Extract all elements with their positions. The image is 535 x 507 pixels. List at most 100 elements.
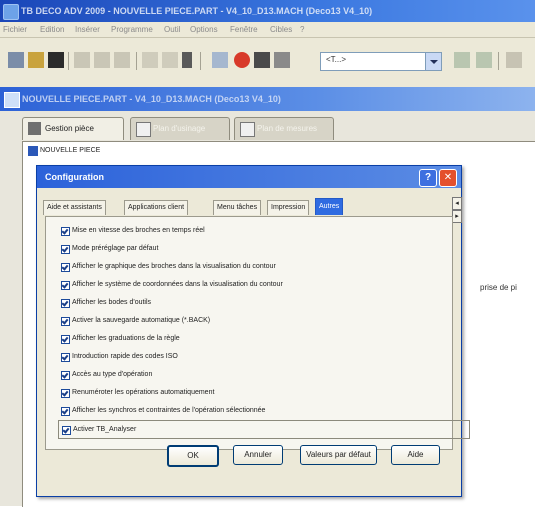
option-label: Mise en vitesse des broches en temps rée… xyxy=(72,227,205,234)
cut-icon[interactable] xyxy=(74,52,90,68)
dialog-title: Configuration xyxy=(45,172,104,182)
tab-part-management[interactable]: Gestion pièce xyxy=(22,117,124,140)
checkbox[interactable] xyxy=(61,335,70,344)
chevron-down-icon[interactable] xyxy=(425,53,441,70)
layout-icon[interactable] xyxy=(506,52,522,68)
defaults-button[interactable]: Valeurs par défaut xyxy=(300,445,377,465)
stop-icon[interactable] xyxy=(234,52,250,68)
option-label: Mode préréglage par défaut xyxy=(72,245,159,252)
selector-icon[interactable] xyxy=(212,52,228,68)
checkbox[interactable] xyxy=(61,407,70,416)
option-show-tool-boundaries[interactable]: Afficher les bodes d'outils xyxy=(61,294,431,311)
document-icon xyxy=(4,92,20,108)
checkbox[interactable] xyxy=(61,245,70,254)
help-button[interactable]: Aide xyxy=(391,445,440,465)
measure-icon xyxy=(240,122,255,137)
tab-help-assistants[interactable]: Aide et assistants xyxy=(43,200,106,215)
document-title-bar: NOUVELLE PIECE.PART - V4_10_D13.MACH (De… xyxy=(0,87,535,111)
option-label: Afficher le système de coordonnées dans … xyxy=(72,281,283,288)
part-icon xyxy=(28,122,41,135)
redo-icon[interactable] xyxy=(162,52,178,68)
tab-others[interactable]: Autres xyxy=(315,198,344,215)
document-tabs: Gestion pièce Plan d'usinage Plan de mes… xyxy=(22,117,334,141)
option-ruler-graduations[interactable]: Afficher les graduations de la règle xyxy=(61,330,431,347)
tab-printing[interactable]: Impression xyxy=(267,200,310,215)
document-title: NOUVELLE PIECE.PART - V4_10_D13.MACH (De… xyxy=(22,94,281,104)
undo-icon[interactable] xyxy=(142,52,158,68)
toolbar-separator xyxy=(68,52,69,70)
option-default-presetting[interactable]: Mode préréglage par défaut xyxy=(61,240,431,257)
option-operation-type-access[interactable]: Accès au type d'opération xyxy=(61,366,431,383)
option-label: Accès au type d'opération xyxy=(72,371,153,378)
checkbox[interactable] xyxy=(61,389,70,398)
menu-targets[interactable]: Cibles xyxy=(270,22,292,37)
chevron-right-icon[interactable]: ▸ xyxy=(452,210,462,223)
save-icon[interactable] xyxy=(48,52,64,68)
option-label: Renuméroter les opérations automatiqueme… xyxy=(72,389,215,396)
checkbox[interactable] xyxy=(62,426,71,435)
option-auto-renumber[interactable]: Renuméroter les opérations automatiqueme… xyxy=(61,384,431,401)
toolbar: <T...> xyxy=(0,37,535,88)
grid-icon[interactable] xyxy=(454,52,470,68)
view-icon[interactable] xyxy=(476,52,492,68)
option-label: Afficher les bodes d'outils xyxy=(72,299,152,306)
combo-value: <T...> xyxy=(326,55,347,64)
plan-icon xyxy=(136,122,151,137)
paste-icon[interactable] xyxy=(114,52,130,68)
help-cursor-icon[interactable] xyxy=(182,52,192,68)
pen-icon[interactable] xyxy=(274,52,290,68)
checkbox[interactable] xyxy=(61,227,70,236)
dialog-tabs: Aide et assistants Applications client M… xyxy=(43,198,457,216)
tab-measurement-plan[interactable]: Plan de mesures xyxy=(234,117,334,140)
tab-client-applications[interactable]: Applications client xyxy=(124,200,189,215)
new-icon[interactable] xyxy=(8,52,24,68)
toolbar-separator xyxy=(136,52,137,70)
copy-icon[interactable] xyxy=(94,52,110,68)
option-realtime-spindle-speed[interactable]: Mise en vitesse des broches en temps rée… xyxy=(61,222,431,239)
checkbox[interactable] xyxy=(61,299,70,308)
application-window: TB DECO ADV 2009 - NOUVELLE PIECE.PART -… xyxy=(0,0,535,507)
tree-root-item[interactable]: NOUVELLE PIECE xyxy=(28,146,101,156)
tree-root-label: NOUVELLE PIECE xyxy=(40,147,101,154)
tab-label: Plan de mesures xyxy=(257,124,318,133)
app-icon xyxy=(3,4,19,20)
checkbox[interactable] xyxy=(61,263,70,272)
option-quick-iso-codes[interactable]: Introduction rapide des codes ISO xyxy=(61,348,431,365)
option-label: Introduction rapide des codes ISO xyxy=(72,353,178,360)
checkbox[interactable] xyxy=(61,317,70,326)
menu-help[interactable]: ? xyxy=(300,22,304,37)
option-show-coordinate-system[interactable]: Afficher le système de coordonnées dans … xyxy=(61,276,431,293)
tab-label: Gestion pièce xyxy=(45,124,94,133)
dialog-title-bar: Configuration ? ✕ xyxy=(37,166,461,188)
cancel-button[interactable]: Annuler xyxy=(233,445,283,465)
option-label: Afficher les synchros et contraintes de … xyxy=(72,407,266,414)
chevron-left-icon[interactable]: ◂ xyxy=(452,197,462,210)
checkbox[interactable] xyxy=(61,371,70,380)
tool-selector-combo[interactable]: <T...> xyxy=(320,52,442,71)
menu-program[interactable]: Programme xyxy=(111,22,153,37)
arrow-icon[interactable] xyxy=(254,52,270,68)
option-activate-tb-analyser[interactable]: Activer TB_Analyser xyxy=(58,420,470,439)
option-label: Activer TB_Analyser xyxy=(73,426,137,433)
checkbox[interactable] xyxy=(61,353,70,362)
option-show-spindle-graphic[interactable]: Afficher le graphique des broches dans l… xyxy=(61,258,431,275)
toolbar-separator xyxy=(200,52,201,70)
title-bar: TB DECO ADV 2009 - NOUVELLE PIECE.PART -… xyxy=(0,0,535,22)
menu-tool[interactable]: Outil xyxy=(164,22,180,37)
checkbox[interactable] xyxy=(61,281,70,290)
menu-file[interactable]: Fichier xyxy=(3,22,27,37)
menu-edit[interactable]: Edition xyxy=(40,22,64,37)
open-icon[interactable] xyxy=(28,52,44,68)
ok-button[interactable]: OK xyxy=(167,445,219,467)
option-label: Afficher le graphique des broches dans l… xyxy=(72,263,276,270)
menu-options[interactable]: Options xyxy=(190,22,218,37)
tab-machining-plan[interactable]: Plan d'usinage xyxy=(130,117,230,140)
window-title: TB DECO ADV 2009 - NOUVELLE PIECE.PART -… xyxy=(21,6,373,16)
help-icon[interactable]: ? xyxy=(419,169,437,187)
tab-task-menu[interactable]: Menu tâches xyxy=(213,200,262,215)
option-show-synchros[interactable]: Afficher les synchros et contraintes de … xyxy=(61,402,431,419)
menu-window[interactable]: Fenêtre xyxy=(230,22,258,37)
option-autosave[interactable]: Activer la sauvegarde automatique (*.BAC… xyxy=(61,312,431,329)
menu-insert[interactable]: Insérer xyxy=(75,22,100,37)
close-icon[interactable]: ✕ xyxy=(439,169,457,187)
